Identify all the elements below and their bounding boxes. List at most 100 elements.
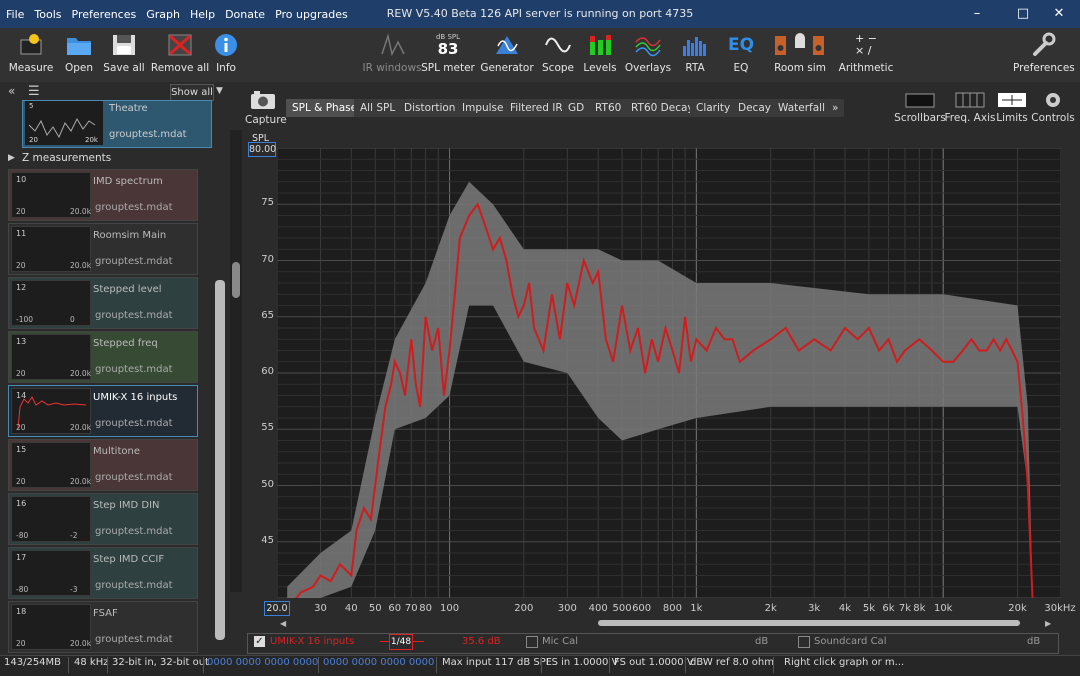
status-separator	[773, 657, 774, 673]
measurement-item[interactable]: 12 -100 0 Stepped level grouptest.mdat	[8, 277, 198, 329]
arithmetic-button[interactable]: + − × / Arithmetic	[836, 30, 896, 75]
measurement-number: 16	[16, 499, 27, 508]
expand-group-icon[interactable]: ▶	[8, 153, 15, 163]
tab-filtered-ir[interactable]: Filtered IR	[504, 99, 570, 117]
soundcard-cal-checkbox[interactable]	[798, 636, 810, 648]
x-tick-label: 3k	[808, 603, 821, 614]
info-label: Info	[216, 62, 236, 74]
status-bits: 32-bit in, 32-bit out	[112, 657, 209, 668]
wrench-icon	[1013, 30, 1073, 60]
menu-file[interactable]: File	[6, 8, 24, 21]
show-all-select[interactable]: Show all	[170, 84, 214, 101]
tab-all-spl[interactable]: All SPL	[354, 99, 403, 117]
measurement-file: grouptest.mdat	[95, 418, 173, 429]
x-tick-label: 50	[368, 603, 382, 614]
save-all-label: Save all	[103, 62, 145, 74]
status-fs-in: FS in 1.0000 V	[546, 657, 619, 668]
scroll-left-icon[interactable]: ◀	[280, 619, 286, 628]
camera-icon[interactable]	[250, 90, 278, 110]
menu-pro-upgrades[interactable]: Pro upgrades	[275, 8, 348, 21]
measurement-item[interactable]: 16 -80 -2 Step IMD DIN grouptest.mdat	[8, 493, 198, 545]
thumb-hi-label: -2	[70, 531, 78, 540]
info-button[interactable]: Info	[196, 30, 256, 74]
save-all-button[interactable]: Save all	[94, 30, 154, 74]
tab-spl-phase[interactable]: SPL & Phase	[286, 99, 365, 117]
soundcard-cal-label: Soundcard Cal	[814, 636, 887, 647]
measurement-number: 15	[16, 445, 27, 454]
collapse-icon[interactable]: «	[8, 84, 15, 98]
measurement-number: 10	[16, 175, 27, 184]
measurement-thumbnail: 13 20 20.0k	[11, 334, 91, 380]
sidebar-scroll-thumb[interactable]	[232, 262, 240, 298]
measurement-name: FSAF	[93, 608, 118, 619]
measurement-file: grouptest.mdat	[95, 202, 173, 213]
y-tick-label: 65	[261, 309, 274, 321]
smoothing-box[interactable]: 1/48	[389, 634, 413, 650]
ir-windows-icon	[362, 30, 422, 60]
minimize-icon[interactable]: –	[954, 0, 1000, 28]
menu-preferences[interactable]: Preferences	[72, 8, 137, 21]
scrollbars-button[interactable]: Scrollbars	[892, 88, 948, 124]
measurement-number: 13	[16, 337, 27, 346]
status-separator	[107, 657, 108, 673]
gear-icon	[1025, 88, 1080, 112]
tab-impulse[interactable]: Impulse	[456, 99, 511, 117]
measurement-item[interactable]: 11 20 20.0k Roomsim Main grouptest.mdat	[8, 223, 198, 275]
tab-distortion[interactable]: Distortion	[398, 99, 463, 117]
preferences-label: Preferences	[1013, 62, 1075, 74]
measurement-item[interactable]: 13 20 20.0k Stepped freq grouptest.mdat	[8, 331, 198, 383]
spl-meter-value: 83	[437, 40, 459, 58]
thumb-lo-label: -80	[16, 531, 29, 540]
graph-scroll-thumb[interactable]	[598, 620, 1020, 626]
menu-donate[interactable]: Donate	[225, 8, 265, 21]
sidebar-scrollbar[interactable]	[230, 130, 242, 592]
chevron-down-icon[interactable]: ▼	[216, 86, 223, 96]
group-label[interactable]: Z measurements	[22, 152, 111, 164]
measurement-thumbnail: 17 -80 -3	[11, 550, 91, 596]
x-tick-label: 30	[314, 603, 327, 614]
menu-tools[interactable]: Tools	[34, 8, 61, 21]
measurement-item[interactable]: 10 20 20.0k IMD spectrum grouptest.mdat	[8, 169, 198, 221]
mic-cal-checkbox[interactable]	[526, 636, 538, 648]
measurement-item[interactable]: 15 20 20.0k Multitone grouptest.mdat	[8, 439, 198, 491]
x-tick-label: 400	[588, 603, 608, 614]
measurement-name: Theatre	[109, 103, 148, 114]
thumb-hi-label: 20.0k	[70, 369, 92, 378]
room-sim-button[interactable]: Room sim	[770, 30, 830, 74]
tab-waterfall[interactable]: Waterfall	[772, 99, 833, 117]
tab-rt60[interactable]: RT60	[589, 99, 629, 117]
menu-graph[interactable]: Graph	[146, 8, 180, 21]
scroll-right-icon[interactable]: ▶	[1045, 619, 1051, 628]
status-separator	[609, 657, 610, 673]
measurement-item[interactable]: 17 -80 -3 Step IMD CCIF grouptest.mdat	[8, 547, 198, 599]
spl-meter-button[interactable]: dB SPL 83 SPL meter	[418, 30, 478, 74]
room-sim-label: Room sim	[774, 62, 826, 74]
measurement-item[interactable]: 14 20 20.0k UMIK-X 16 inputs grouptest.mdat	[8, 385, 198, 437]
tab-gd[interactable]: GD	[562, 99, 592, 117]
list-scroll-thumb[interactable]	[215, 280, 225, 640]
controls-button[interactable]: Controls	[1025, 88, 1080, 124]
measurement-thumbnail: 5 20 20k	[25, 101, 103, 145]
measurement-file: grouptest.mdat	[95, 580, 173, 591]
tab-[interactable]: »	[826, 99, 846, 117]
measurement-name: IMD spectrum	[93, 176, 163, 187]
capture-label[interactable]: Capture	[245, 114, 287, 126]
measurement-item-theatre[interactable]: 5 20 20k Theatre grouptest.mdat	[22, 100, 212, 148]
spl-graph[interactable]	[276, 147, 1062, 610]
eq-button[interactable]: EQ EQ	[711, 30, 771, 74]
tab-clarity[interactable]: Clarity	[690, 99, 738, 117]
measurement-file: grouptest.mdat	[95, 526, 173, 537]
preferences-button[interactable]: Preferences	[1013, 30, 1075, 74]
status-separator	[685, 657, 686, 673]
menu-help[interactable]: Help	[190, 8, 215, 21]
measurement-item[interactable]: 18 20 20.0k FSAF grouptest.mdat	[8, 601, 198, 653]
x-tick-label: 800	[662, 603, 682, 614]
list-menu-icon[interactable]: ☰	[28, 84, 40, 99]
measurement-thumbnail: 14 20 20.0k	[11, 388, 91, 434]
y-max-box[interactable]: 80.00	[248, 142, 276, 157]
legend-checkbox[interactable]: ✓	[254, 636, 265, 647]
x-min-box[interactable]: 20.0	[264, 601, 290, 616]
x-tick-label: 80	[419, 603, 432, 614]
x-tick-label: 500	[612, 603, 632, 614]
close-icon[interactable]: ✕	[1036, 0, 1080, 28]
